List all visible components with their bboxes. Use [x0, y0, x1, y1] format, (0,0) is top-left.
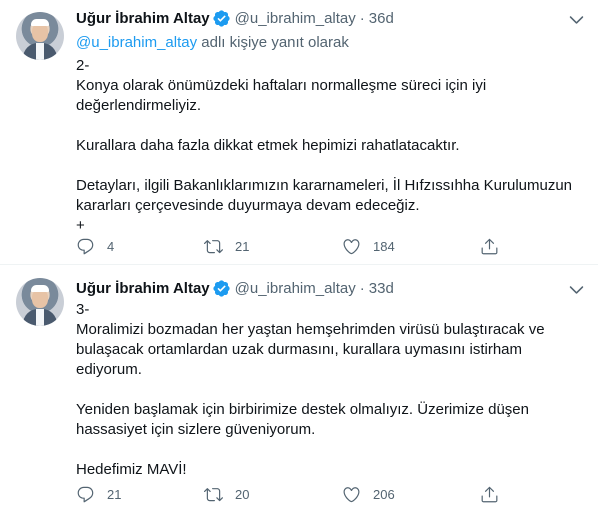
reply-context-text: adlı kişiye yanıt olarak — [197, 34, 349, 51]
tweet-paragraph: 2- Konya olarak önümüzdeki haftaları nor… — [76, 57, 487, 114]
share-button[interactable] — [480, 236, 499, 256]
avatar-hair — [31, 19, 49, 26]
tweet-card[interactable]: Uğur İbrahim Altay @u_ibrahim_altay · 36… — [0, 0, 598, 264]
timestamp[interactable]: 33d — [369, 280, 394, 297]
author-name[interactable]: Uğur İbrahim Altay — [76, 280, 210, 297]
retweet-count: 21 — [235, 238, 250, 254]
author-name[interactable]: Uğur İbrahim Altay — [76, 10, 210, 27]
like-button[interactable]: 206 — [342, 484, 395, 504]
tweet-text: 3- Moralimizi bozmadan her yaştan hemşeh… — [76, 300, 586, 480]
reply-context: @u_ibrahim_altay adlı kişiye yanıt olara… — [76, 34, 349, 51]
retweet-icon — [204, 487, 223, 501]
retweet-button[interactable]: 20 — [204, 484, 249, 504]
avatar-shirt — [36, 43, 44, 60]
verified-badge-icon — [212, 9, 231, 28]
share-icon — [481, 238, 498, 254]
avatar[interactable] — [16, 278, 64, 326]
heart-icon — [343, 486, 360, 502]
like-count: 184 — [373, 238, 395, 254]
separator-dot: · — [359, 279, 365, 297]
tweet-text: 2- Konya olarak önümüzdeki haftaları nor… — [76, 56, 586, 236]
avatar-shirt — [36, 309, 44, 326]
action-bar: 21 20 206 — [76, 484, 516, 504]
heart-icon — [343, 238, 360, 254]
separator-dot: · — [359, 9, 365, 27]
tweet-header: Uğur İbrahim Altay @u_ibrahim_altay · 33… — [76, 278, 394, 298]
timestamp[interactable]: 36d — [369, 10, 394, 27]
chevron-down-icon[interactable] — [567, 10, 586, 29]
reply-count: 4 — [107, 238, 115, 254]
reply-icon — [77, 238, 94, 254]
reply-mention-link[interactable]: @u_ibrahim_altay — [76, 34, 197, 51]
chevron-down-icon[interactable] — [567, 280, 586, 299]
tweet-header: Uğur İbrahim Altay @u_ibrahim_altay · 36… — [76, 8, 394, 28]
retweet-button[interactable]: 21 — [204, 236, 249, 256]
retweet-icon — [204, 239, 223, 253]
author-handle[interactable]: @u_ibrahim_altay — [235, 280, 356, 297]
reply-icon — [77, 486, 94, 502]
share-icon — [481, 486, 498, 502]
reply-count: 21 — [107, 486, 122, 502]
avatar-hair — [31, 285, 49, 292]
tweet-card[interactable]: Uğur İbrahim Altay @u_ibrahim_altay · 33… — [0, 264, 598, 511]
action-bar: 4 21 184 — [76, 236, 516, 256]
like-count: 206 — [373, 486, 395, 502]
retweet-count: 20 — [235, 486, 250, 502]
tweet-paragraph: Yeniden başlamak için birbirimize destek… — [76, 401, 529, 438]
tweet-paragraph: Detayları, ilgili Bakanlıklarımızın kara… — [76, 177, 573, 234]
verified-badge-icon — [212, 279, 231, 298]
author-handle[interactable]: @u_ibrahim_altay — [235, 10, 356, 27]
reply-button[interactable]: 4 — [76, 236, 114, 256]
tweet-paragraph: 3- Moralimizi bozmadan her yaştan hemşeh… — [76, 301, 545, 378]
avatar[interactable] — [16, 12, 64, 60]
reply-button[interactable]: 21 — [76, 484, 121, 504]
like-button[interactable]: 184 — [342, 236, 395, 256]
tweet-paragraph: Kurallara daha fazla dikkat etmek hepimi… — [76, 137, 460, 154]
tweet-paragraph: Hedefimiz MAVİ! — [76, 461, 187, 478]
share-button[interactable] — [480, 484, 499, 504]
